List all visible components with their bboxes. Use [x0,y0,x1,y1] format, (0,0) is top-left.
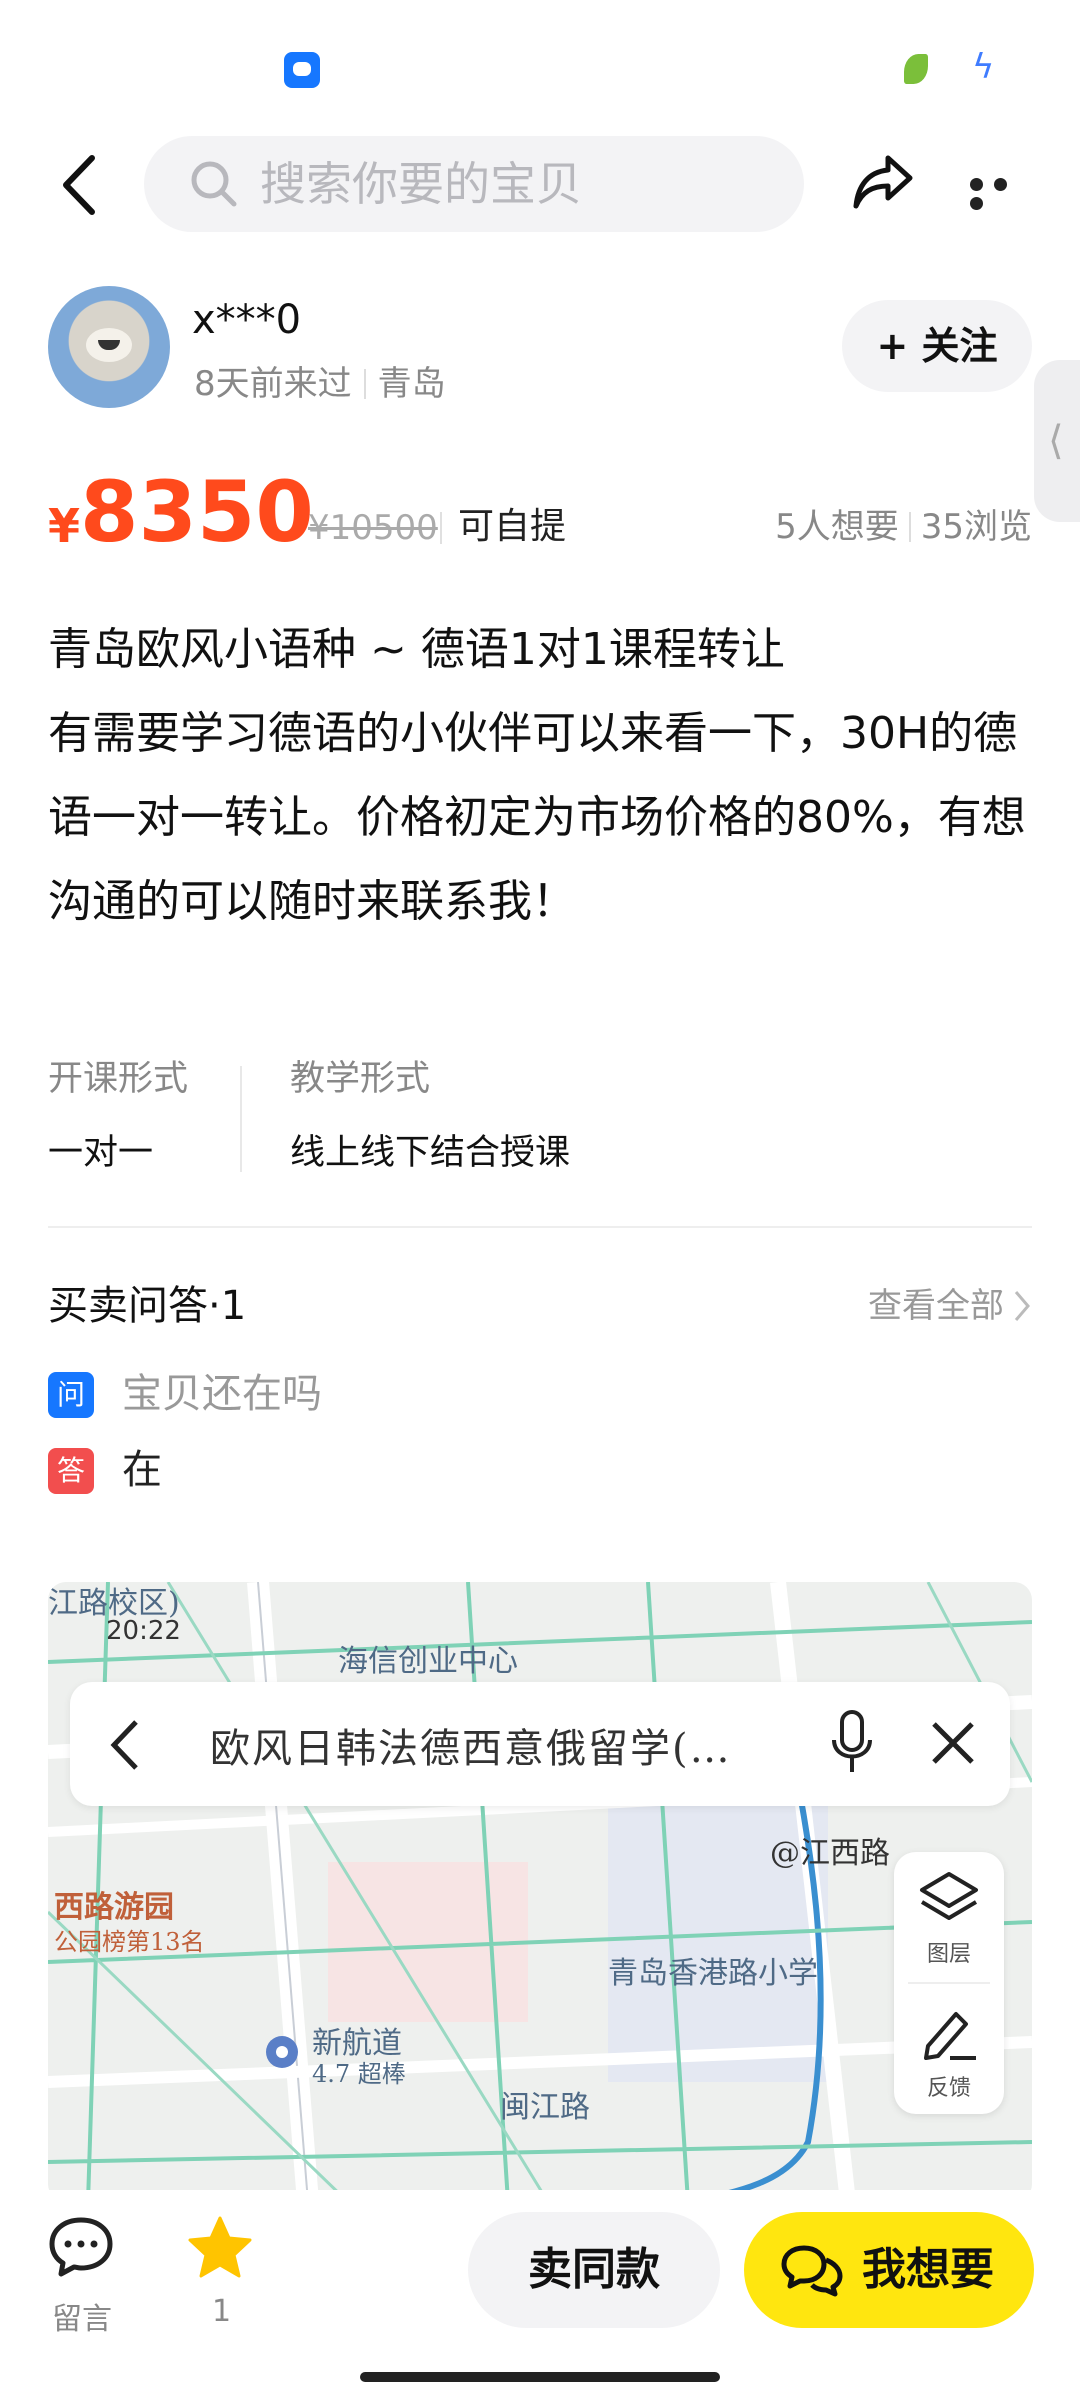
leaf-icon [904,54,928,84]
attribute-value: 一对一 [48,1133,154,1173]
home-indicator[interactable] [360,2372,720,2382]
chevron-left-icon [63,155,95,215]
map-label: 青岛香港路小学 [608,1956,818,1991]
qa-question[interactable]: 宝贝还在吗 [122,1366,322,1422]
location-map-image[interactable]: 江路校区) 20:22 海信创业中心 @江西路 西路游园 公园榜第13名 青岛香… [48,1582,1032,2202]
chevron-right-icon [1014,1291,1030,1321]
map-label: 西路游园 [54,1890,174,1925]
search-icon [191,161,237,207]
favorite-count: 1 [212,2294,232,2329]
chevron-left-icon: ⟨ [1048,418,1064,464]
share-button[interactable] [850,148,916,214]
map-label: 公园榜第13名 [54,1928,205,1956]
question-badge: 问 [48,1372,94,1418]
want-count: 5人想要 [775,507,899,547]
price-currency: ¥ [48,499,81,553]
search-placeholder: 搜索你要的宝贝 [260,157,582,211]
qa-answer: 在 [122,1447,162,1493]
share-icon [853,155,913,209]
map-label: @江西路 [770,1836,890,1871]
follow-button[interactable]: + 关注 [842,300,1032,392]
map-label: 4.7 超棒 [312,2060,406,2088]
map-label: 海信创业中心 [338,1644,518,1679]
current-price: 8350 [80,463,314,561]
side-drawer-handle[interactable]: ⟨ [1034,360,1080,522]
attribute-key: 教学形式 [290,1059,431,1099]
divider [240,1066,242,1172]
want-button[interactable]: 我想要 [744,2212,1034,2328]
more-options-button[interactable] [970,176,1036,210]
seller-avatar[interactable] [48,286,170,408]
item-description: 青岛欧风小语种 ~ 德语1对1课程转让 有需要学习德语的小伙伴可以来看一下，30… [48,608,1032,944]
attribute-key: 开课形式 [48,1059,189,1099]
qa-section-title: 买卖问答·1 [48,1283,247,1329]
item-body: 有需要学习德语的小伙伴可以来看一下，30H的德语一对一转让。价格初定为市场价格的… [48,708,1026,927]
feedback-label: 反馈 [926,2076,971,2101]
search-input[interactable]: 搜索你要的宝贝 [144,136,804,232]
attribute-value: 线上线下结合授课 [290,1133,571,1173]
section-divider [48,1226,1032,1228]
seller-name[interactable]: x***0 [192,292,301,348]
sell-same-button[interactable]: 卖同款 [468,2212,720,2328]
map-status-time: 20:22 [106,1616,181,1646]
item-title: 青岛欧风小语种 ~ 德语1对1课程转让 [48,624,785,675]
map-label: 闽江路 [500,2090,590,2125]
star-icon[interactable] [186,2214,254,2282]
last-seen: 8天前来过 [194,364,352,404]
divider [440,512,442,544]
map-search-bar: 欧风日韩法德西意俄留学(… [70,1682,1010,1806]
edit-feedback-icon [924,2012,976,2060]
map-tools-panel: 图层 反馈 [894,1852,1004,2114]
plus-icon: + [876,324,909,368]
view-count: 35浏览 [920,507,1032,547]
comment-icon[interactable] [48,2216,114,2278]
original-price: ¥10500 [308,508,438,548]
map-search-query: 欧风日韩法德西意俄留学(… [210,1726,732,1772]
seller-city: 青岛 [377,364,446,404]
chat-bubble-icon [781,2245,843,2297]
microphone-icon [832,1710,872,1772]
seller-meta: 8天前来过 青岛 [194,362,446,406]
answer-badge: 答 [48,1448,94,1494]
layers-icon [920,1872,978,1920]
layers-label: 图层 [926,1942,971,1967]
divider [908,1982,990,1984]
want-button-label: 我想要 [862,2244,994,2295]
comment-label[interactable]: 留言 [52,2294,112,2338]
notification-app-icon [284,52,320,88]
chevron-left-icon [110,1720,138,1770]
item-stats: 5人想要 35浏览 [775,502,1032,552]
back-button[interactable] [52,150,112,220]
qa-view-all-link[interactable]: 查看全部 [868,1280,1004,1332]
close-icon [932,1722,974,1764]
pickup-tag: 可自提 [458,506,567,547]
charging-bolt-icon: ϟ [972,47,995,87]
